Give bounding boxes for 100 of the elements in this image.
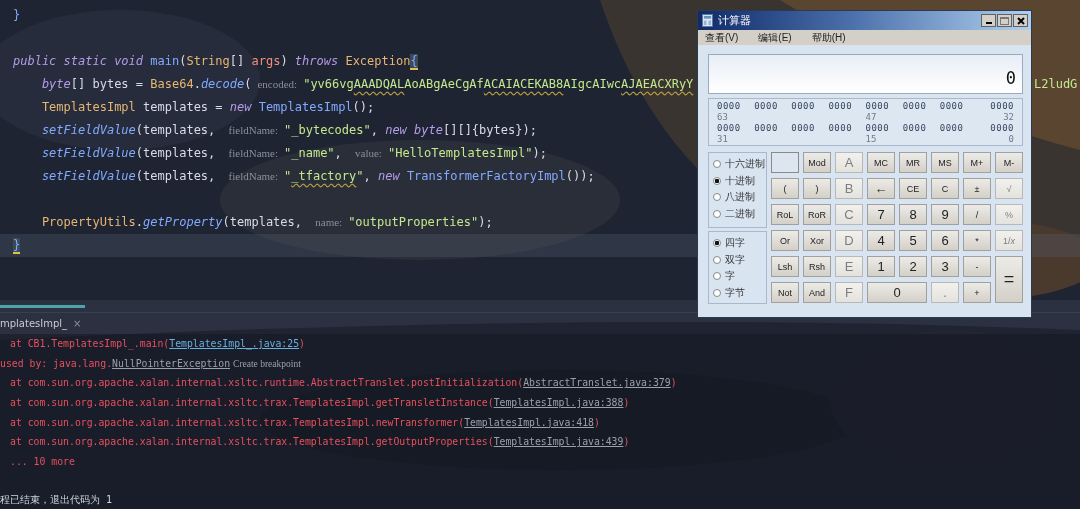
calculator-key[interactable]: MS [931,152,959,173]
bit-group: 0000 [828,123,853,134]
calculator-key[interactable]: 5 [899,230,927,251]
radio-button[interactable] [713,193,721,202]
bit-group: 0000 [865,101,890,112]
code-line: setFieldValue(templates, fieldName: "_name", value: "HelloTemplatesImpl"); [40,145,547,162]
minimize-button[interactable] [981,14,996,27]
radio-button[interactable] [713,255,721,264]
radio-button[interactable] [713,209,721,218]
calculator-key[interactable]: 3 [931,256,959,277]
bit-group: 0000 [791,101,815,112]
menu-item[interactable]: 帮助(H) [811,30,846,45]
radio-button[interactable] [713,272,721,281]
calculator-key[interactable]: + [963,282,991,303]
calculator-key[interactable]: Xor [803,230,831,251]
calculator-key[interactable]: MR [899,152,927,173]
menu-item[interactable]: 编辑(E) [758,30,792,45]
calculator-key[interactable]: C [931,178,959,199]
code-line: TemplatesImpl templates = new TemplatesImpl(); [40,99,375,116]
calculator-key[interactable]: M- [995,152,1023,173]
code-line: PropertyUtils.getProperty(templates, name: "outputProperties"); [40,214,493,231]
radio-label[interactable]: 十六进制 [725,157,765,172]
radio-label[interactable]: 四字 [725,236,745,251]
calculator-key[interactable]: Mod [803,152,831,173]
calculator-key[interactable]: 1 [867,256,895,277]
calculator-key[interactable]: MC [867,152,895,173]
radio-button[interactable] [713,239,721,248]
calculator-key[interactable]: RoL [771,204,799,225]
radio-label[interactable]: 字节 [725,285,745,300]
menu-item[interactable]: 查看(V) [705,30,739,45]
code-line: L2ludG [1034,76,1078,93]
calculator-key[interactable]: And [803,282,831,303]
close-button[interactable] [1013,14,1028,27]
radio-label[interactable]: 二进制 [725,206,755,221]
calculator-key[interactable]: ← [867,178,895,199]
source-link[interactable]: NullPointerException [112,357,231,369]
calculator-key[interactable]: 6 [931,230,959,251]
stack-trace-text: at com.sun.org.apache.xalan.internal.xsltc.runtime.AbstractTranslet.postInitialization( [10,377,524,389]
bit-index: 15 [865,134,877,145]
source-link[interactable]: TemplatesImpl.java:439 [493,436,624,448]
stack-trace-text: at CB1.TemplatesImpl_.main( [10,338,170,349]
calculator-key[interactable]: Not [771,282,799,303]
calculator-key[interactable]: 7 [867,204,895,225]
bit-group: 0000 [754,123,778,134]
radio-button[interactable] [713,176,721,185]
calculator-key[interactable]: CE [899,178,927,199]
bit-group: 0000 [791,123,815,134]
stack-trace-text: ) [623,436,630,448]
calculator-key[interactable]: 0 [867,282,927,303]
code-line: } [13,7,21,24]
code-line: public static void main(String[] args) throws Exception{ [13,53,418,72]
bit-group: 0000 [902,101,927,112]
source-link[interactable]: TemplatesImpl.java:418 [464,416,594,428]
calculator-key[interactable]: Rsh [803,256,831,277]
radio-label[interactable]: 十进制 [725,173,755,188]
calculator-key[interactable]: 8 [899,204,927,225]
radio-button[interactable] [713,160,721,169]
calculator-key[interactable]: Or [771,230,799,251]
code-line: setFieldValue(templates, fieldName: "_bytecodes", new byte[][]{bytes}); [40,122,537,139]
bit-group: 0000 [902,123,927,134]
close-icon [1016,16,1025,25]
radio-label[interactable]: 双字 [725,252,745,267]
bit-group: 0000 [754,101,778,112]
calculator-key[interactable]: * [963,230,991,251]
calculator-key[interactable]: - [963,256,991,277]
calculator-key[interactable]: RoR [803,204,831,225]
calculator-key[interactable]: 2 [899,256,927,277]
run-tab[interactable]: mplatesImpl_ × [0,318,88,329]
calculator-key[interactable]: ) [803,178,831,199]
calculator-key[interactable]: / [963,204,991,225]
bit-index: 31 [717,134,728,145]
exit-message: 程已结束，退出代码为 1 [0,493,113,505]
calculator-key[interactable]: = [995,256,1023,303]
calculator-key[interactable]: Lsh [771,256,799,277]
window-title: 计算器 [718,13,751,28]
maximize-button[interactable] [997,14,1012,27]
stack-trace-text: at com.sun.org.apache.xalan.internal.xsltc.trax.TemplatesImpl.newTransformer( [10,416,465,428]
breakpoint-link[interactable]: Create breakpoint [233,358,301,369]
bit-group: 0000 [717,101,741,112]
stack-trace-text: used by: java.lang. [0,357,113,369]
bit-group: 0000 [717,123,741,134]
calculator-key[interactable]: 9 [931,204,959,225]
radio-button[interactable] [713,288,721,297]
calculator-key[interactable]: ( [771,178,799,199]
bit-group: 0000 [828,101,853,112]
stack-trace-text: ) [299,338,305,349]
source-link[interactable]: TemplatesImpl_.java:25 [169,338,300,349]
source-link[interactable]: AbstractTranslet.java:379 [523,377,671,389]
stack-trace-text: ) [593,416,600,428]
source-link[interactable]: TemplatesImpl.java:388 [493,397,624,409]
bit-index: 63 [717,112,728,123]
radio-label[interactable]: 字 [725,269,735,284]
calculator-key[interactable]: 4 [867,230,895,251]
radio-label[interactable]: 八进制 [725,190,755,205]
code-line: setFieldValue(templates, fieldName: "_tfactory", new TransformerFactoryImpl()); [40,168,595,185]
minimize-icon [985,22,992,24]
bit-group: 0000 [865,123,890,134]
calculator-key[interactable]: ± [963,178,991,199]
calculator-key[interactable]: M+ [963,152,991,173]
bit-group: 0000 [939,101,964,112]
